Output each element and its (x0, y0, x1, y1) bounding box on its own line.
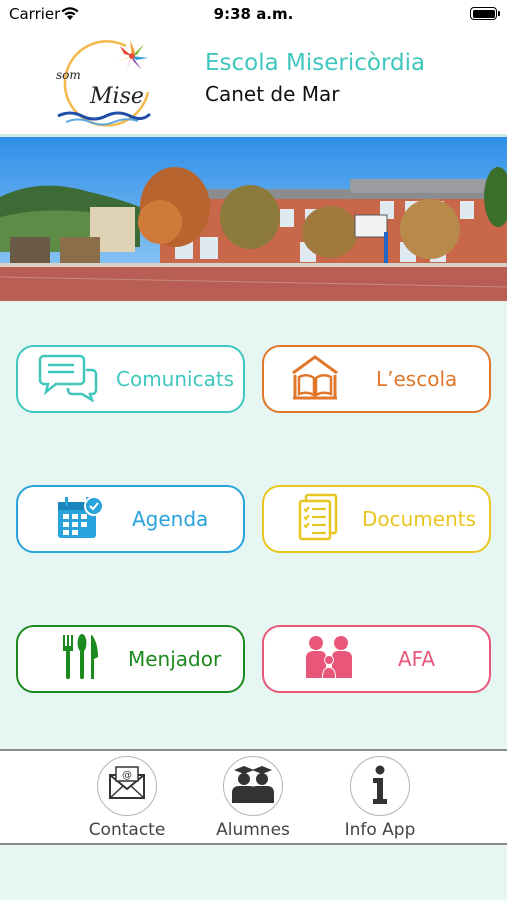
status-bar: Carrier 9:38 a.m. (0, 0, 507, 28)
school-logo: som Mise (48, 34, 158, 130)
afa-label: AFA (398, 647, 436, 671)
documents-label: Documents (362, 507, 477, 531)
cutlery-icon (60, 633, 100, 685)
school-town: Canet de Mar (205, 82, 340, 106)
nav-contacte[interactable]: @ Contacte (72, 756, 182, 842)
documents-button[interactable]: Documents (262, 485, 491, 553)
bottom-nav: @ Contacte Alumnes Info App (0, 751, 507, 843)
nav-info-app-label: Info App (344, 820, 416, 840)
family-icon (304, 634, 354, 684)
nav-alumnes-label: Alumnes (216, 820, 290, 840)
agenda-label: Agenda (132, 507, 209, 531)
afa-button[interactable]: AFA (262, 625, 491, 693)
menjador-button[interactable]: Menjador (16, 625, 245, 693)
comunicats-label: Comunicats (116, 367, 235, 391)
agenda-button[interactable]: Agenda (16, 485, 245, 553)
escola-label: L’escola (376, 367, 458, 391)
school-banner-image (0, 137, 507, 301)
escola-button[interactable]: L’escola (262, 345, 491, 413)
school-name: Escola Misericòrdia (205, 50, 426, 76)
speech-bubbles-icon (38, 352, 100, 406)
main-menu: Comunicats L’escola Agenda Documents Men… (0, 301, 507, 750)
clock-label: 9:38 a.m. (213, 5, 294, 23)
school-book-icon (289, 353, 341, 405)
battery-icon (470, 7, 500, 20)
envelope-icon: @ (97, 756, 157, 816)
nav-info-app[interactable]: Info App (325, 756, 435, 842)
documents-icon (296, 493, 340, 545)
bottom-spacer (0, 845, 507, 900)
menjador-label: Menjador (128, 647, 222, 671)
logo-text-mise: Mise (90, 84, 144, 109)
calendar-icon (56, 494, 104, 544)
students-icon (223, 756, 283, 816)
svg-text:@: @ (122, 770, 132, 781)
nav-alumnes[interactable]: Alumnes (198, 756, 308, 842)
nav-contacte-label: Contacte (88, 820, 166, 840)
app-header: som Mise Escola Misericòrdia Canet de Ma… (0, 28, 507, 134)
logo-text-som: som (56, 68, 81, 82)
comunicats-button[interactable]: Comunicats (16, 345, 245, 413)
info-icon (350, 756, 410, 816)
